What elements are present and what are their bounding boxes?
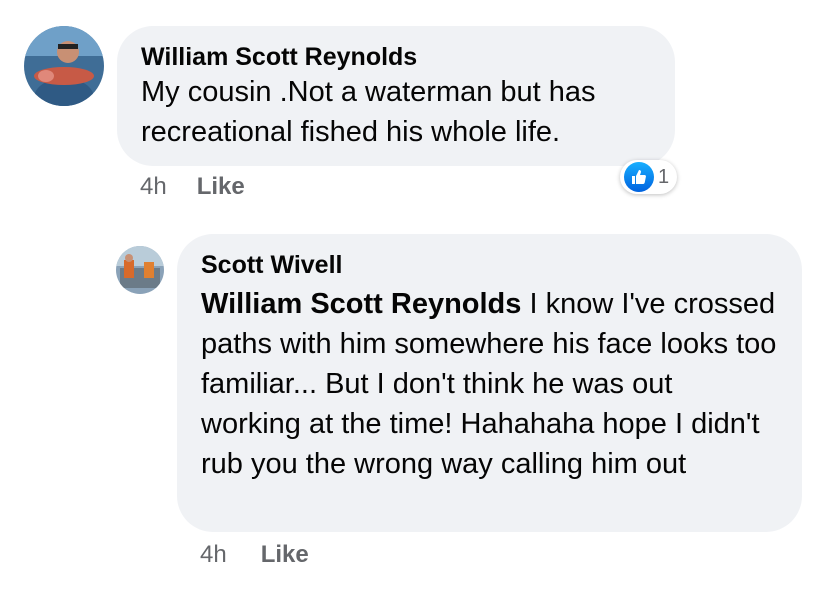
- avatar-photo-icon: [24, 26, 104, 106]
- mention-link[interactable]: William Scott Reynolds: [201, 288, 521, 320]
- comment-author[interactable]: William Scott Reynolds: [141, 42, 651, 72]
- reply-author[interactable]: Scott Wivell: [201, 250, 778, 280]
- comment-meta: 4h Like: [140, 173, 245, 201]
- thumbs-up-icon: [624, 162, 654, 192]
- avatar-photo-icon: [116, 246, 164, 294]
- comment-timestamp[interactable]: 4h: [140, 173, 167, 201]
- reply-bubble: Scott Wivell William Scott Reynolds I kn…: [177, 234, 802, 532]
- avatar-william-scott-reynolds[interactable]: [24, 26, 104, 106]
- reply-timestamp[interactable]: 4h: [200, 541, 227, 569]
- like-button[interactable]: Like: [197, 173, 245, 201]
- comment-bubble: William Scott Reynolds My cousin .Not a …: [117, 26, 675, 166]
- reply-like-button[interactable]: Like: [261, 541, 309, 569]
- reaction-badge[interactable]: 1: [620, 160, 678, 194]
- comment-text: My cousin .Not a waterman but has recrea…: [141, 76, 596, 148]
- reply-text: William Scott Reynolds I know I've cross…: [201, 284, 778, 484]
- reply-meta: 4h Like: [200, 541, 309, 569]
- reaction-count: 1: [658, 165, 670, 188]
- avatar-scott-wivell[interactable]: [116, 246, 164, 294]
